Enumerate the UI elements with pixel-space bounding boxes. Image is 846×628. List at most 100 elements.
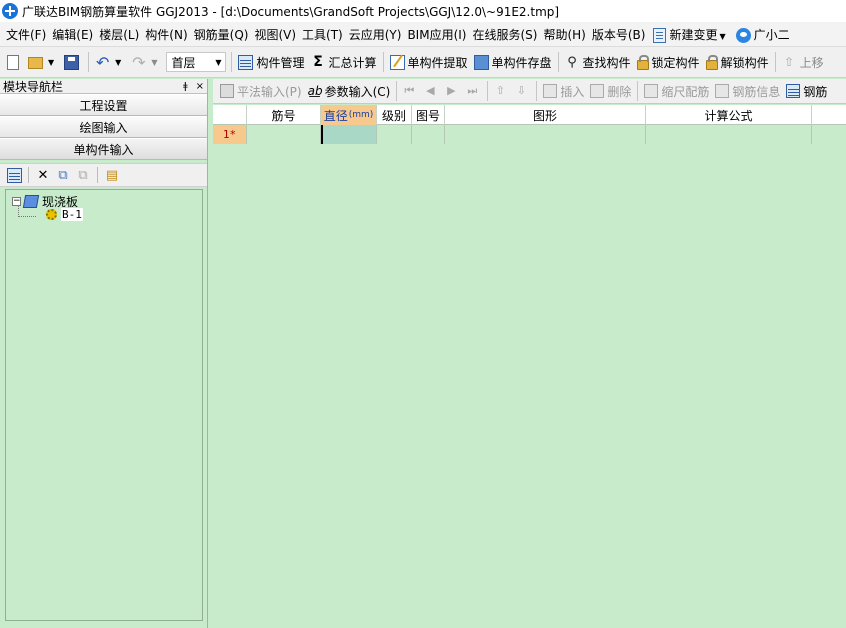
cell-shape[interactable] xyxy=(445,125,646,144)
flat-input-button[interactable]: 平法输入(P) xyxy=(217,81,305,101)
cell-grade[interactable] xyxy=(377,125,412,144)
parameter-icon: a͟b xyxy=(307,84,323,98)
clipboard-icon[interactable]: ▤ xyxy=(104,167,120,183)
nav-drawing-input-button[interactable]: 绘图输入 xyxy=(0,116,207,138)
scale-rebar-button[interactable]: 缩尺配筋 xyxy=(641,81,712,101)
unlock-component-label: 解锁构件 xyxy=(720,55,769,70)
column-header-diameter[interactable]: 直径 (mm) xyxy=(321,105,377,125)
rebar-more-button[interactable]: 钢筋 xyxy=(783,81,830,101)
column-header-figure-no[interactable]: 图号 xyxy=(412,105,445,125)
next-record-button[interactable]: ▶ xyxy=(442,81,463,101)
scale-rebar-label: 缩尺配筋 xyxy=(661,84,710,99)
single-component-save-label: 单构件存盘 xyxy=(491,55,552,70)
column-header-grade[interactable]: 级别 xyxy=(377,105,412,125)
cell-bar-no[interactable] xyxy=(247,125,321,144)
move-up-button[interactable]: ⇧ 上移 xyxy=(779,51,827,73)
toolbar-divider xyxy=(97,167,98,183)
menu-bar: 文件(F) 编辑(E) 楼层(L) 构件(N) 钢筋量(Q) 视图(V) 工具(… xyxy=(0,22,846,46)
pin-icon[interactable]: ǂ xyxy=(183,81,188,92)
menu-component[interactable]: 构件(N) xyxy=(142,26,190,43)
row-header[interactable]: 1* xyxy=(213,125,247,144)
table-row: 1* xyxy=(213,125,846,144)
column-header-shape[interactable]: 图形 xyxy=(445,105,646,125)
flat-input-label: 平法输入(P) xyxy=(237,84,302,99)
redo-button[interactable]: ↷ ▼ xyxy=(128,51,164,73)
cell-formula[interactable] xyxy=(646,125,812,144)
book-icon xyxy=(22,195,40,208)
row-up-button[interactable]: ⇧ xyxy=(491,81,512,101)
menu-floor[interactable]: 楼层(L) xyxy=(96,26,142,43)
tree-node-b1[interactable]: B-1 xyxy=(46,208,83,221)
lock-component-button[interactable]: 锁定构件 xyxy=(634,51,703,73)
insert-row-button[interactable]: 插入 xyxy=(540,81,587,101)
column-header-formula[interactable]: 计算公式 xyxy=(646,105,812,125)
move-up-label: 上移 xyxy=(799,55,824,70)
cell-extra[interactable] xyxy=(812,125,846,144)
close-icon[interactable]: × xyxy=(196,81,204,92)
previous-record-button[interactable]: ◀ xyxy=(421,81,442,101)
menu-cloud[interactable]: 云应用(Y) xyxy=(346,26,405,43)
menu-file[interactable]: 文件(F) xyxy=(3,26,49,43)
column-header-bar-no[interactable]: 筋号 xyxy=(247,105,321,125)
save-button[interactable] xyxy=(61,51,85,73)
menu-bim[interactable]: BIM应用(I) xyxy=(404,26,469,43)
lock-icon xyxy=(636,54,649,70)
row-down-button[interactable]: ⇩ xyxy=(512,81,533,101)
assistant-label: 广小二 xyxy=(753,27,790,42)
cell-figure-no[interactable] xyxy=(412,125,445,144)
rebar-info-button[interactable]: 钢筋信息 xyxy=(712,81,783,101)
property-list-icon[interactable] xyxy=(6,167,22,183)
summary-calculation-label: 汇总计算 xyxy=(328,55,377,70)
unlock-component-button[interactable]: 解锁构件 xyxy=(703,51,772,73)
menu-edit[interactable]: 编辑(E) xyxy=(49,26,96,43)
last-record-button[interactable]: ⏭ xyxy=(463,81,484,101)
menu-rebar-quantity[interactable]: 钢筋量(Q) xyxy=(191,26,252,43)
toolbar-divider xyxy=(231,52,233,72)
summary-calculation-button[interactable]: Σ 汇总计算 xyxy=(307,51,379,73)
cell-diameter[interactable] xyxy=(321,125,377,144)
component-management-button[interactable]: 构件管理 xyxy=(235,51,307,73)
new-file-icon xyxy=(7,54,19,70)
grid-header-row: 筋号 直径 (mm) 级别 图号 图形 计算公式 xyxy=(213,105,846,125)
chevron-down-icon: ▼ xyxy=(48,57,55,67)
menu-tools[interactable]: 工具(T) xyxy=(299,26,346,43)
new-file-button[interactable] xyxy=(4,51,25,73)
rebar-grid: 筋号 直径 (mm) 级别 图号 图形 计算公式 1* xyxy=(213,105,846,628)
collapse-icon[interactable]: − xyxy=(12,197,21,206)
delete-row-button[interactable]: 删除 xyxy=(587,81,634,101)
window-title: 广联达BIM钢筋算量软件 GGJ2013 - [d:\Documents\Gra… xyxy=(22,4,560,19)
floor-select-value: 首层 xyxy=(171,55,196,70)
floor-select[interactable]: 首层 ▼ xyxy=(166,52,227,72)
nav-single-component-input-button[interactable]: 单构件输入 xyxy=(0,138,207,160)
assistant-menu[interactable]: 广小二 xyxy=(733,26,793,43)
new-change-menu[interactable]: 新建变更 ▼ xyxy=(650,26,732,43)
menu-help[interactable]: 帮助(H) xyxy=(540,26,588,43)
undo-button[interactable]: ↶ ▼ xyxy=(92,51,128,73)
nav-project-settings-button[interactable]: 工程设置 xyxy=(0,94,207,116)
copy-icon[interactable]: ⧉ xyxy=(55,167,71,183)
rebar-info-icon xyxy=(715,84,730,98)
column-header-extra[interactable] xyxy=(812,105,846,125)
find-component-button[interactable]: ⚲ 查找构件 xyxy=(562,51,634,73)
insert-label: 插入 xyxy=(560,84,585,99)
toolbar-divider xyxy=(637,81,639,101)
insert-icon xyxy=(543,84,558,98)
single-component-extract-button[interactable]: 单构件提取 xyxy=(387,51,471,73)
new-document-icon xyxy=(653,27,667,43)
menu-online-service[interactable]: 在线服务(S) xyxy=(469,26,540,43)
menu-version[interactable]: 版本号(B) xyxy=(589,26,649,43)
menu-view[interactable]: 视图(V) xyxy=(251,26,299,43)
undo-icon: ↶ xyxy=(95,52,110,72)
first-record-button[interactable]: ⏮ xyxy=(400,81,421,101)
assistant-icon xyxy=(735,27,751,43)
parameter-input-button[interactable]: a͟b 参数输入(C) xyxy=(305,81,394,101)
toolbar-divider xyxy=(557,52,559,72)
delete-icon[interactable]: ✕ xyxy=(35,167,51,183)
folder-open-icon xyxy=(28,57,43,69)
open-file-button[interactable]: ▼ xyxy=(25,51,61,73)
single-component-save-button[interactable]: 单构件存盘 xyxy=(471,51,555,73)
parameter-input-label: 参数输入(C) xyxy=(324,84,391,99)
panel-title: 模块导航栏 xyxy=(3,79,64,94)
grid-toolbar: 平法输入(P) a͟b 参数输入(C) ⏮ ◀ ▶ ⏭ ⇧ ⇩ 插入 删除 缩尺配… xyxy=(213,79,846,104)
paste-disabled-icon[interactable]: ⧉ xyxy=(75,167,91,183)
